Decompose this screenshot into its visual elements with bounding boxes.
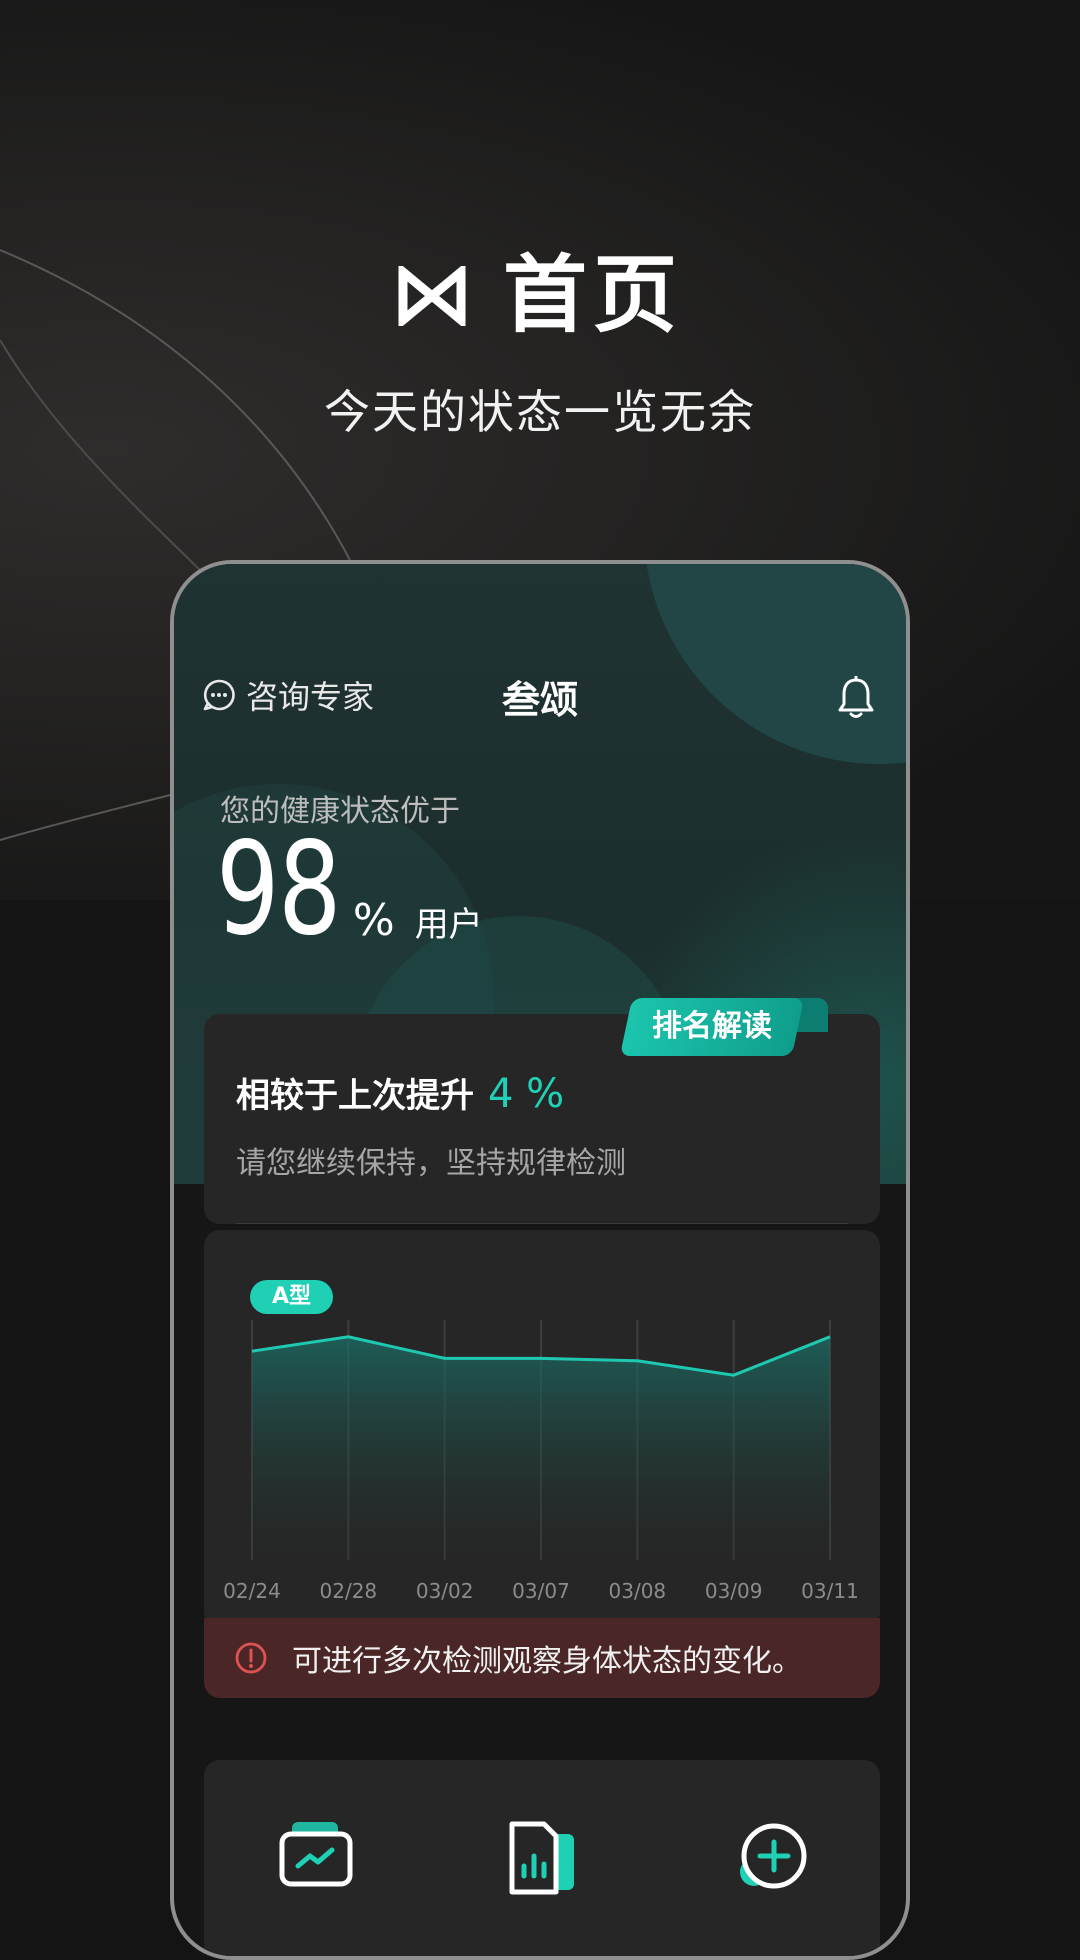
chart-x-tick-label: 03/08 bbox=[609, 1579, 667, 1603]
chart-x-tick-label: 03/09 bbox=[705, 1579, 763, 1603]
health-score-value: 98 bbox=[216, 815, 341, 964]
ranking-title: 相较于上次提升 4 % bbox=[236, 1071, 565, 1117]
hero-title: 首页 bbox=[0, 228, 1080, 349]
chart-x-tick-label: 03/07 bbox=[512, 1579, 570, 1603]
hero-title-text: 首页 bbox=[502, 246, 683, 344]
chart-x-tick-label: 02/28 bbox=[320, 1579, 378, 1603]
chart-x-tick-label: 02/24 bbox=[223, 1579, 281, 1603]
health-score: 98 % 用户 bbox=[216, 826, 483, 954]
trend-chart-card: 02/24 02/28 03/02 03/07 03/08 03/09 03/11 A型 bbox=[204, 1230, 880, 1628]
alert-circle-icon bbox=[234, 1641, 268, 1675]
hero-subtitle: 今天的状态一览无余 bbox=[324, 385, 756, 439]
ranking-card: 排名解读 相较于上次提升 4 % 请您继续保持，坚持规律检测 bbox=[204, 998, 880, 1224]
add-circle-icon[interactable] bbox=[734, 1820, 810, 1900]
health-unit: 用户 bbox=[414, 905, 483, 945]
app-title: 叁颂 bbox=[501, 678, 578, 722]
health-percent-sign: % bbox=[352, 895, 395, 946]
blood-type-badge: A型 bbox=[250, 1280, 334, 1314]
trend-card-icon[interactable] bbox=[278, 1820, 354, 1896]
bowtie-logo-icon bbox=[397, 248, 467, 346]
ranking-interpretation-tag[interactable]: 排名解读 bbox=[619, 998, 805, 1056]
divider bbox=[236, 1223, 848, 1224]
phone-frame: 咨询专家 叁颂 您的健康状态优于 98 % 用户 排名解读 相较于上次提升 4 %… bbox=[170, 560, 910, 1960]
chart-x-tick-label: 03/02 bbox=[416, 1579, 474, 1603]
report-icon[interactable] bbox=[504, 1820, 580, 1902]
app-top-bar: 咨询专家 叁颂 bbox=[174, 672, 906, 732]
chart-x-tick-label: 03/11 bbox=[801, 1579, 859, 1603]
warning-text: 可进行多次检测观察身体状态的变化。 bbox=[292, 1644, 802, 1679]
ranking-subtitle: 请您继续保持，坚持规律检测 bbox=[236, 1146, 626, 1181]
bottom-nav-card bbox=[204, 1760, 880, 1956]
bell-icon[interactable] bbox=[836, 675, 876, 724]
warning-banner: 可进行多次检测观察身体状态的变化。 bbox=[204, 1618, 880, 1698]
improvement-value: 4 % bbox=[488, 1071, 565, 1117]
